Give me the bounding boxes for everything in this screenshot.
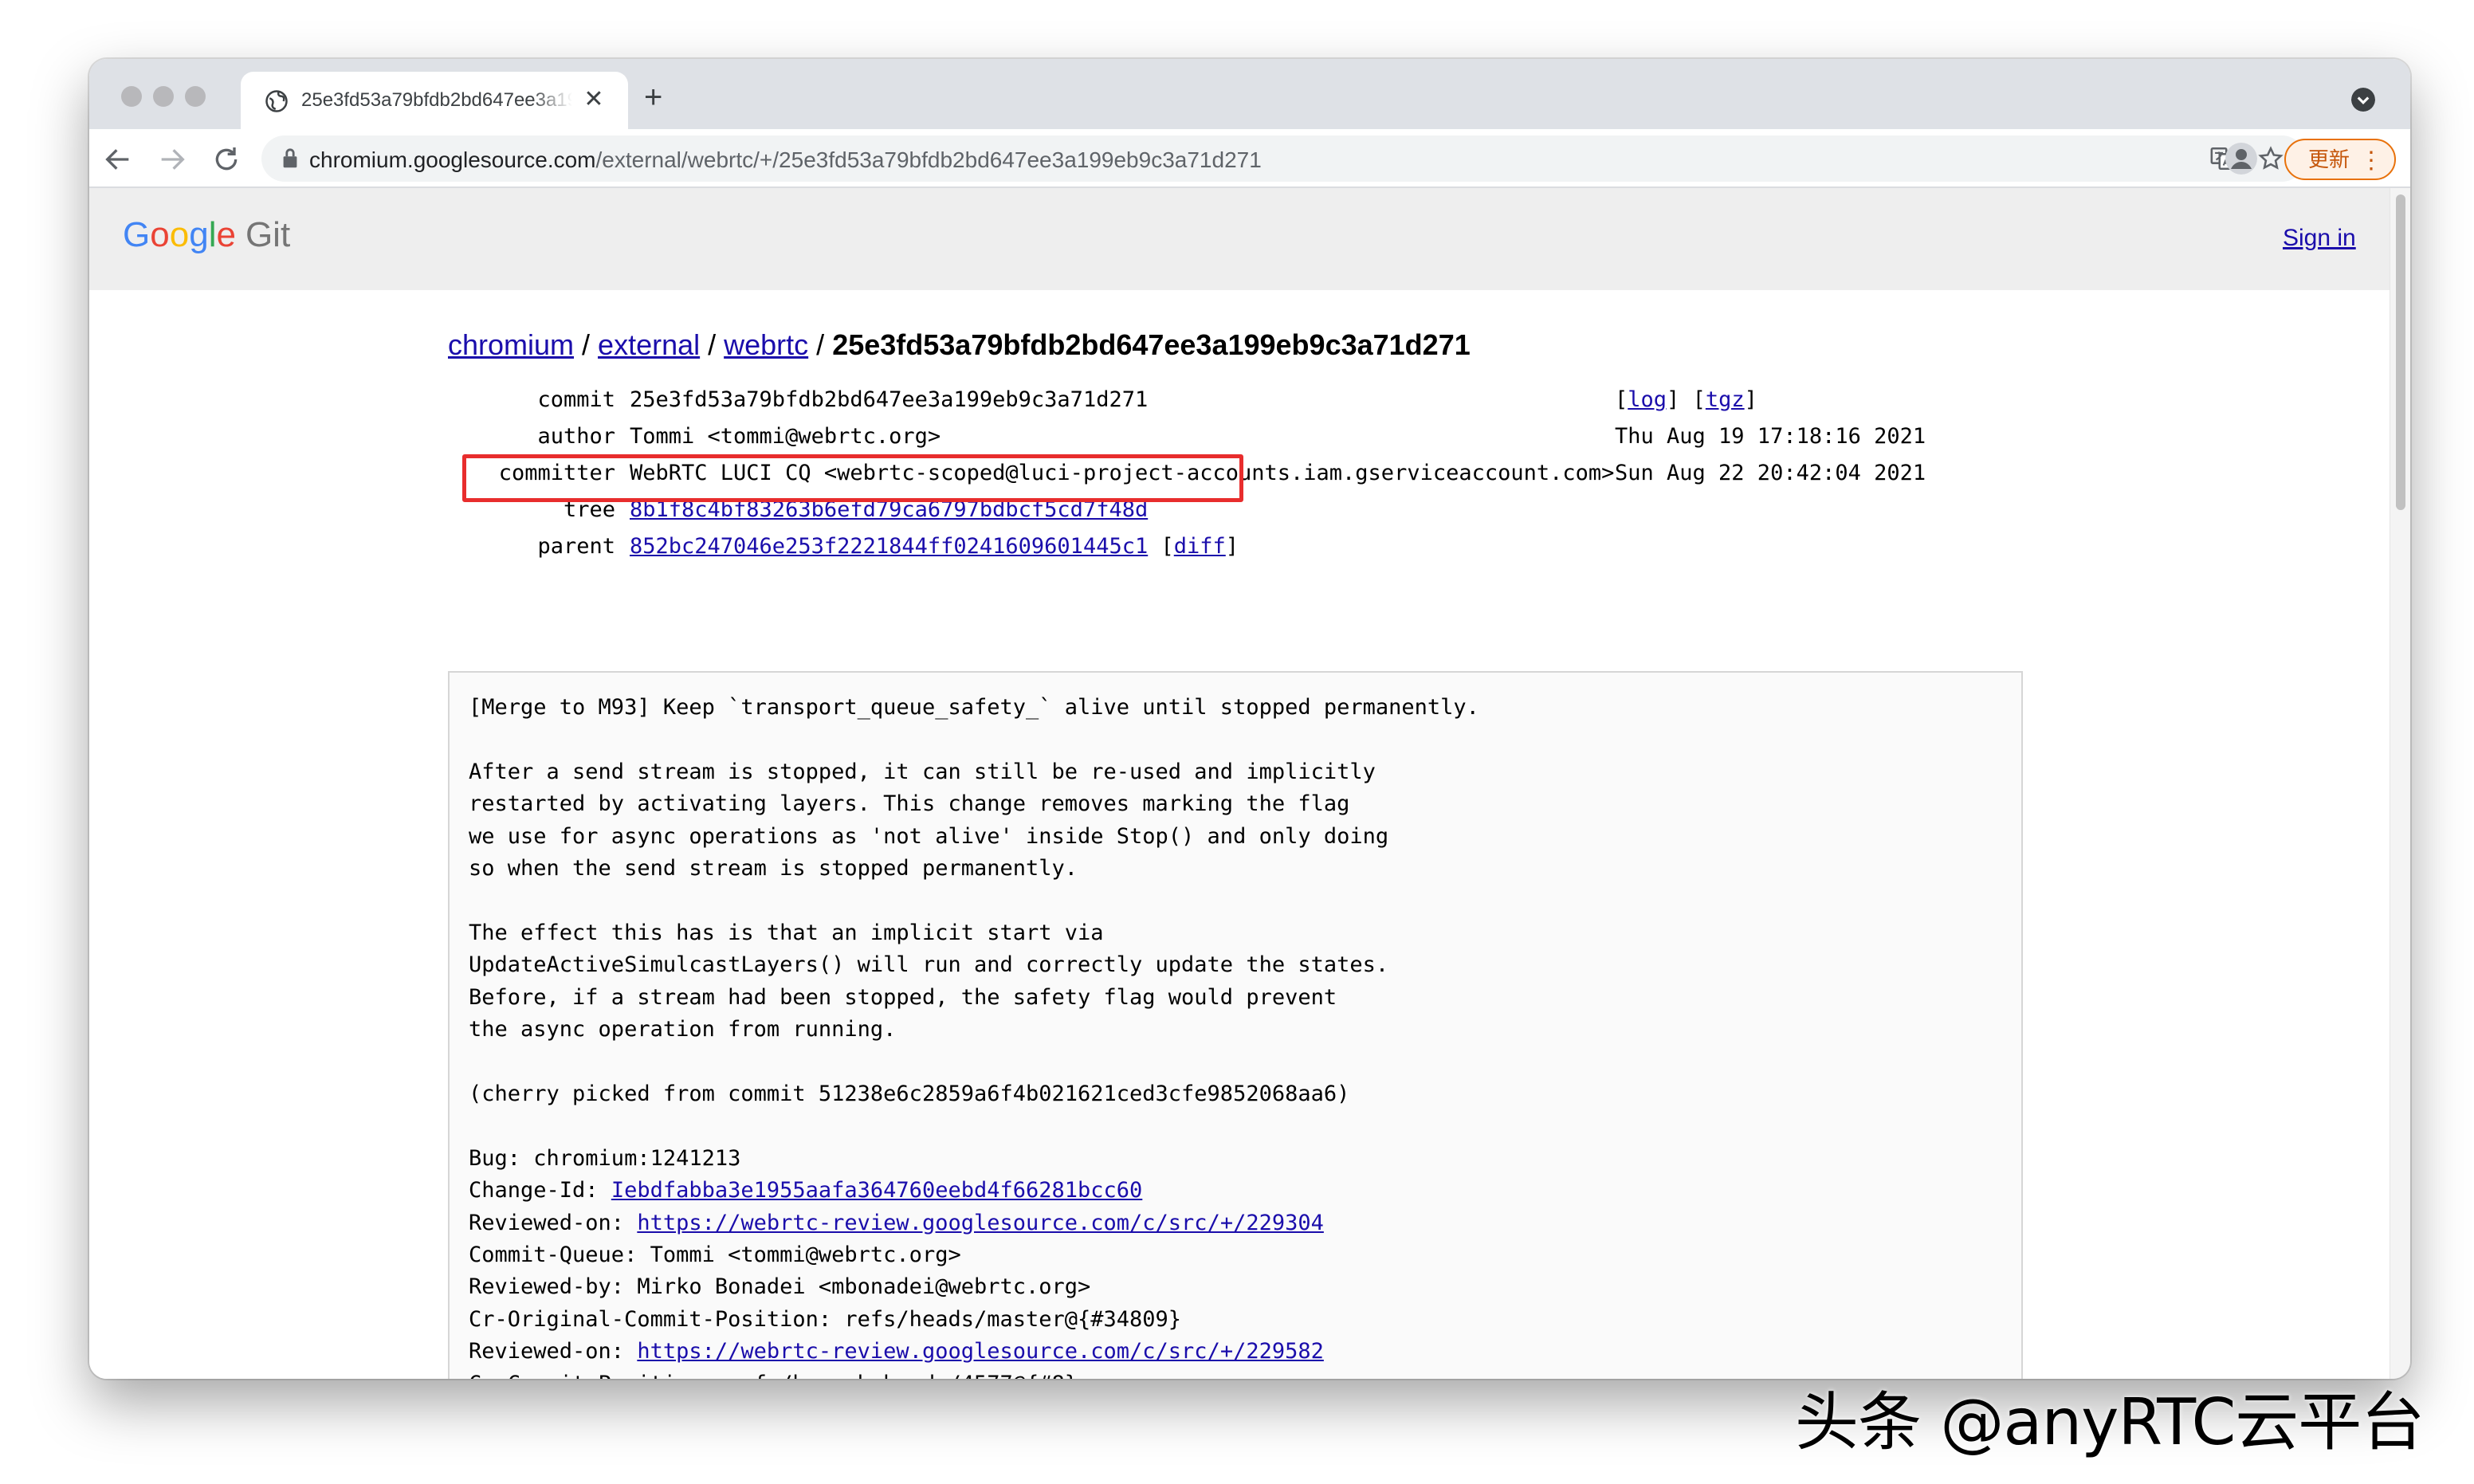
bracket: ] <box>1225 534 1239 559</box>
minimize-window-icon[interactable] <box>153 86 174 107</box>
more-menu-icon[interactable]: ⋮ <box>2359 142 2383 180</box>
logo-letter: G <box>123 215 151 254</box>
message-positions: Cr-Commit-Position: refs/branch-heads/45… <box>469 1372 1570 1379</box>
logo-suffix: Git <box>245 215 291 254</box>
log-link[interactable]: log <box>1628 387 1667 412</box>
commit-message: [Merge to M93] Keep `transport_queue_saf… <box>469 692 1570 1379</box>
google-git-logo[interactable]: Google Git <box>123 215 290 255</box>
breadcrumb-separator: / <box>708 328 717 361</box>
bracket: [ <box>1615 387 1628 412</box>
committer-date: Sun Aug 22 20:42:04 2021 <box>1615 461 1926 485</box>
page-viewport: Google Git Sign in chromium / external / webr… <box>89 188 2390 1379</box>
update-button[interactable]: 更新 ⋮ <box>2284 139 2396 180</box>
logo-letter: g <box>189 215 209 254</box>
logo-letter: e <box>216 215 236 254</box>
author-date: Thu Aug 19 17:18:16 2021 <box>1615 424 1926 449</box>
parent-hash-link[interactable]: 852bc247046e253f2221844ff0241609601445c1 <box>630 534 1148 559</box>
maximize-window-icon[interactable] <box>185 86 206 107</box>
breadcrumb-current-commit: 25e3fd53a79bfdb2bd647ee3a199eb9c3a71d271 <box>832 328 1471 361</box>
address-bar[interactable]: chromium.googlesource.com/external/webrt… <box>261 135 2305 182</box>
tab-close-icon[interactable]: ✕ <box>582 88 606 112</box>
browser-window: 25e3fd53a79bfdb2bd647ee3a199eb9c3a71d271… <box>89 59 2410 1379</box>
bracket: ] <box>1667 387 1680 412</box>
bookmark-star-icon[interactable] <box>2257 145 2284 172</box>
commit-message-box: [Merge to M93] Keep `transport_queue_saf… <box>448 671 2023 1379</box>
url-text[interactable]: chromium.googlesource.com/external/webrt… <box>309 147 1262 173</box>
commit-hash: 25e3fd53a79bfdb2bd647ee3a199eb9c3a71d271 <box>630 387 1149 412</box>
new-tab-icon[interactable]: + <box>644 81 662 113</box>
vertical-scrollbar[interactable] <box>2390 188 2410 1379</box>
logo-letter: o <box>169 215 190 254</box>
bracket: ] <box>1744 387 1757 412</box>
tab-bar: 25e3fd53a79bfdb2bd647ee3a199eb9c3a71d271… <box>89 59 2410 129</box>
browser-toolbar: chromium.googlesource.com/external/webrt… <box>89 129 2410 188</box>
site-header: Google Git Sign in <box>89 188 2390 290</box>
author-label: author <box>537 424 615 449</box>
profile-avatar[interactable] <box>2225 143 2257 175</box>
bracket: [ <box>1692 387 1706 412</box>
update-label: 更新 <box>2308 147 2350 171</box>
sign-in-link[interactable]: Sign in <box>2283 225 2356 252</box>
url-path: /external/webrtc/+/25e3fd53a79bfdb2bd647… <box>595 147 1262 172</box>
back-icon[interactable] <box>102 143 134 175</box>
breadcrumb-separator: / <box>816 328 825 361</box>
globe-icon <box>265 90 288 112</box>
commit-label: commit <box>537 387 615 412</box>
diff-link[interactable]: diff <box>1174 534 1226 559</box>
breadcrumb: chromium / external / webrtc/25e3fd53a79bfdb… <box>448 328 1471 362</box>
active-tab[interactable]: 25e3fd53a79bfdb2bd647ee3a199eb9c3a71d271… <box>241 72 628 129</box>
forward-icon[interactable] <box>156 143 188 175</box>
breadcrumb-external[interactable]: external <box>598 328 700 361</box>
parent-label: parent <box>537 534 615 559</box>
url-host: chromium.googlesource.com <box>309 147 596 172</box>
message-body: [Merge to M93] Keep `transport_queue_saf… <box>469 695 1479 1203</box>
breadcrumb-chromium[interactable]: chromium <box>448 328 574 361</box>
breadcrumb-webrtc[interactable]: webrtc <box>724 328 808 361</box>
tgz-link[interactable]: tgz <box>1706 387 1745 412</box>
reload-icon[interactable] <box>210 143 242 175</box>
lock-icon[interactable] <box>281 147 300 170</box>
reviewed-on-label: Reviewed-on: <box>469 1210 638 1235</box>
breadcrumb-separator: / <box>582 328 591 361</box>
bracket: [ <box>1160 534 1174 559</box>
watermark-text: 头条 @anyRTC云平台 <box>1795 1385 2425 1459</box>
parent-value: 852bc247046e253f2221844ff0241609601445c1… <box>630 534 1239 559</box>
person-icon <box>2225 143 2257 175</box>
logo-letter: l <box>208 215 217 254</box>
reviewed-on-link-2[interactable]: https://webrtc-review.googlesource.com/c… <box>637 1339 1324 1364</box>
logo-letter: o <box>150 215 170 254</box>
close-window-icon[interactable] <box>121 86 142 107</box>
commit-links: [log] [tgz] <box>1615 387 1757 412</box>
reviewed-on-link-1[interactable]: https://webrtc-review.googlesource.com/c… <box>637 1211 1324 1235</box>
tab-search-icon[interactable] <box>2351 88 2375 112</box>
author-value: Tommi <tommi@webrtc.org> <box>630 424 941 449</box>
change-id-link[interactable]: Iebdfabba3e1955aafa364760eebd4f66281bcc6… <box>611 1178 1142 1203</box>
commit-highlight-box <box>462 454 1243 502</box>
scrollbar-thumb[interactable] <box>2396 194 2405 510</box>
message-trailers: Commit-Queue: Tommi <tommi@webrtc.org> R… <box>469 1242 1182 1332</box>
reviewed-on-label: Reviewed-on: <box>469 1339 638 1364</box>
tab-title: 25e3fd53a79bfdb2bd647ee3a199eb9c3a71d271 <box>301 89 572 111</box>
